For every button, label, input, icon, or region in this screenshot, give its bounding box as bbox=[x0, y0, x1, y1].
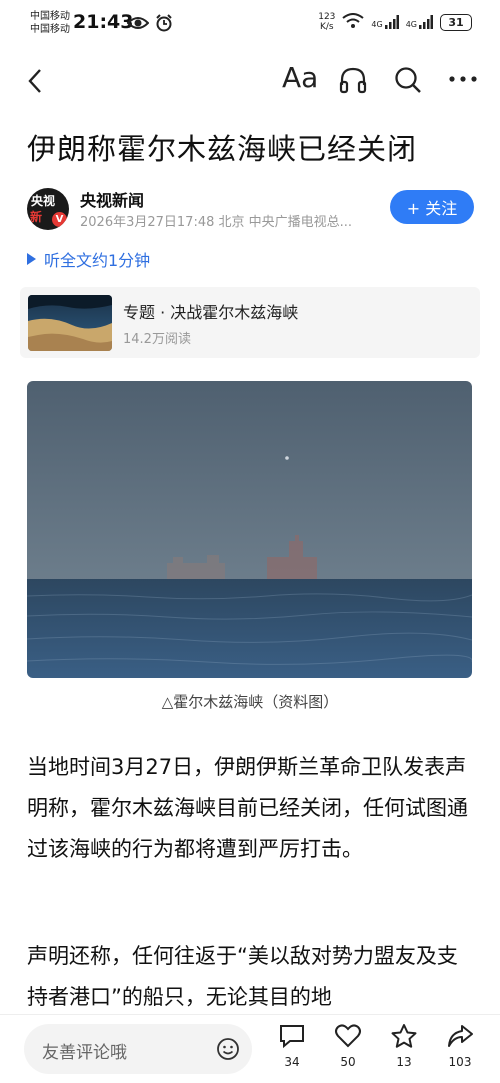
carrier-labels: 中国移动 中国移动 bbox=[30, 10, 70, 36]
follow-button[interactable]: + 关注 bbox=[390, 190, 474, 224]
verified-badge-icon: V bbox=[52, 212, 67, 227]
share-button[interactable]: 103 bbox=[440, 1023, 480, 1069]
more-dots-icon bbox=[449, 76, 477, 82]
emoji-button[interactable] bbox=[216, 1037, 240, 1065]
author-name[interactable]: 央视新闻 bbox=[80, 187, 144, 211]
like-button[interactable]: 50 bbox=[328, 1023, 368, 1069]
article-paragraph: 当地时间3月27日，伊朗伊斯兰革命卫队发表声明称，霍尔木兹海峡目前已经关闭，任何… bbox=[27, 755, 468, 861]
more-button[interactable] bbox=[448, 67, 478, 95]
battery-icon: 31 bbox=[440, 13, 472, 31]
article-toolbar: Aa bbox=[0, 55, 500, 107]
eye-icon bbox=[126, 15, 150, 35]
listen-full-text-link[interactable]: 听全文约1分钟 bbox=[27, 247, 150, 271]
article-photo[interactable] bbox=[27, 381, 472, 678]
topic-title: 专题 · 决战霍尔木兹海峡 bbox=[123, 303, 299, 322]
article-paragraph: 声明还称，任何往返于“美以敌对势力盟友及支持者港口”的船只，无论其目的地 bbox=[27, 944, 458, 1009]
topic-reads: 14.2万阅读 bbox=[123, 332, 191, 347]
search-button[interactable] bbox=[393, 65, 423, 99]
photo-caption: △霍尔木兹海峡（资料图） bbox=[161, 693, 339, 711]
bottom-action-bar: 友善评论哦 34 50 13 103 bbox=[0, 1014, 500, 1083]
signal-icon-1: 4G bbox=[371, 15, 399, 29]
carrier-2: 中国移动 bbox=[30, 24, 70, 35]
play-icon bbox=[27, 253, 36, 265]
alarm-icon bbox=[155, 14, 173, 36]
status-right-icons: 123 K/s 4G 4G 31 bbox=[318, 12, 472, 32]
topic-thumbnail bbox=[28, 295, 112, 351]
net-speed: 123 K/s bbox=[318, 12, 336, 32]
font-size-button[interactable]: Aa bbox=[282, 61, 318, 94]
comment-input[interactable]: 友善评论哦 bbox=[24, 1024, 252, 1074]
smiley-icon bbox=[217, 1038, 239, 1060]
comment-icon bbox=[280, 1025, 304, 1049]
author-avatar[interactable]: 央视 新 V bbox=[27, 188, 69, 230]
back-button[interactable] bbox=[22, 67, 50, 95]
headphones-icon bbox=[339, 67, 367, 94]
wifi-icon bbox=[342, 12, 365, 32]
topic-card[interactable]: 专题 · 决战霍尔木兹海峡 14.2万阅读 bbox=[20, 287, 480, 358]
listen-button[interactable] bbox=[338, 65, 368, 99]
status-left-icons bbox=[126, 14, 173, 36]
share-icon bbox=[448, 1025, 473, 1047]
signal-icon-2: 4G bbox=[406, 15, 433, 29]
heart-icon bbox=[335, 1024, 361, 1048]
chevron-left-icon bbox=[28, 69, 41, 93]
comments-button[interactable]: 34 bbox=[272, 1023, 312, 1069]
search-icon bbox=[395, 67, 421, 93]
status-time: 21:43 bbox=[73, 11, 134, 33]
star-icon bbox=[391, 1024, 417, 1048]
carrier-1: 中国移动 bbox=[30, 11, 70, 22]
status-bar: 中国移动 中国移动 21:43 123 K/s 4G 4G 31 bbox=[0, 0, 500, 48]
article-title: 伊朗称霍尔木兹海峡已经关闭 bbox=[27, 132, 418, 166]
article-meta: 2026年3月27日17:48 北京 中央广播电视总... bbox=[80, 215, 353, 230]
favorite-button[interactable]: 13 bbox=[384, 1023, 424, 1069]
